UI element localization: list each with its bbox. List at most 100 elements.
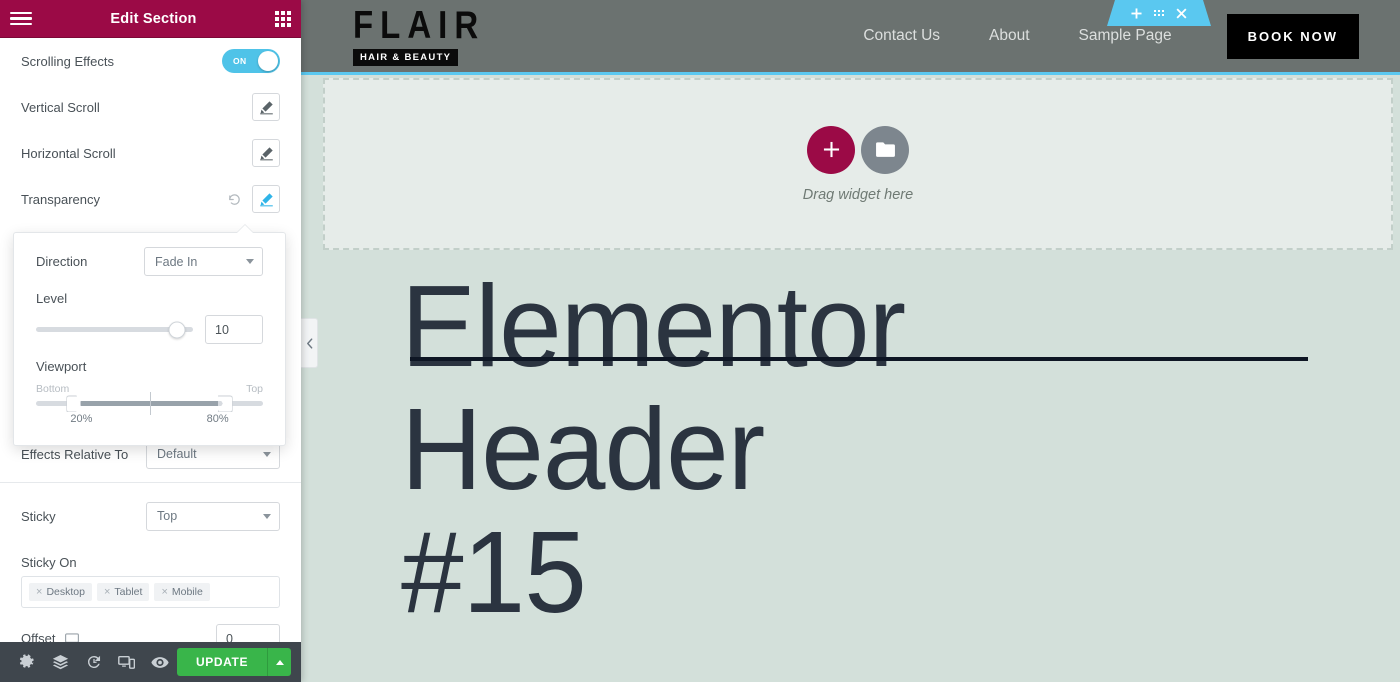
popover-direction-row: Direction Fade In — [36, 247, 263, 276]
control-vertical-scroll: Vertical Scroll — [0, 84, 301, 130]
tag-tablet[interactable]: × Tablet — [96, 583, 150, 601]
logo-wordmark: FLAIR — [353, 2, 486, 47]
section-divider — [0, 482, 301, 483]
dropzone-buttons — [807, 125, 909, 174]
elementor-editor: FLAIR HAIR & BEAUTY Contact Us About Sam… — [0, 0, 1400, 682]
horizontal-scroll-edit-button[interactable] — [252, 139, 280, 167]
panel-title: Edit Section — [110, 10, 197, 27]
offset-input[interactable]: 0 — [216, 624, 280, 642]
select-value: Fade In — [155, 254, 198, 269]
level-slider-handle[interactable] — [168, 321, 186, 338]
hero-title[interactable]: Elementor Header #15 — [401, 265, 1273, 634]
add-widget-button[interactable] — [807, 125, 855, 174]
plus-icon[interactable] — [1131, 8, 1142, 19]
control-label: Effects Relative To — [21, 446, 129, 462]
update-options-button[interactable] — [267, 648, 292, 676]
dropzone-label: Drag widget here — [802, 186, 914, 203]
transparency-popover: Direction Fade In Level 10 Viewport Bott… — [13, 232, 286, 446]
control-actions — [252, 139, 280, 167]
control-actions — [227, 185, 280, 213]
reset-icon[interactable] — [227, 192, 242, 207]
remove-tag-icon[interactable]: × — [161, 586, 167, 598]
viewport-end-label: Top — [246, 383, 263, 395]
book-now-button[interactable]: BOOK NOW — [1226, 13, 1359, 59]
navigator-layers-icon[interactable] — [43, 642, 76, 682]
control-sticky: Sticky Top — [0, 489, 301, 543]
editor-canvas: FLAIR HAIR & BEAUTY Contact Us About Sam… — [301, 0, 1400, 682]
viewport-label: Viewport — [36, 359, 87, 374]
chevron-down-icon — [263, 513, 271, 519]
chevron-left-icon — [306, 337, 312, 349]
direction-label: Direction — [36, 254, 88, 269]
update-button[interactable]: UPDATE — [177, 648, 268, 676]
drag-handle-icon[interactable] — [1154, 10, 1165, 17]
responsive-mode-icon[interactable] — [110, 642, 143, 682]
history-icon[interactable] — [77, 642, 110, 682]
tag-mobile[interactable]: × Mobile — [154, 583, 210, 601]
preview-eye-icon[interactable] — [144, 642, 177, 682]
logo-tagline: HAIR & BEAUTY — [353, 48, 459, 66]
level-label: Level — [36, 291, 68, 306]
tag-label: Tablet — [114, 586, 143, 598]
remove-tag-icon[interactable]: × — [104, 586, 110, 598]
chevron-down-icon — [263, 451, 271, 457]
widgets-grid-icon[interactable] — [275, 10, 291, 27]
chevron-up-icon — [275, 659, 284, 665]
remove-tag-icon[interactable]: × — [36, 586, 42, 598]
control-transparency: Transparency — [0, 176, 301, 222]
viewport-handle-max[interactable] — [217, 395, 233, 412]
section-toolbar — [1107, 0, 1211, 26]
nav-link-sample-page[interactable]: Sample Page — [1079, 27, 1172, 45]
viewport-handle-min[interactable] — [66, 395, 82, 412]
nav-link-contact-us[interactable]: Contact Us — [863, 27, 940, 45]
control-horizontal-scroll: Horizontal Scroll — [0, 130, 301, 176]
chevron-down-icon — [246, 259, 254, 264]
select-value: Default — [157, 447, 197, 461]
tag-label: Mobile — [171, 586, 203, 598]
control-label: Sticky — [21, 508, 56, 524]
control-label: Scrolling Effects — [21, 53, 114, 69]
select-value: Top — [157, 509, 178, 523]
scrolling-effects-toggle[interactable]: ON — [222, 49, 280, 73]
control-label: Horizontal Scroll — [21, 145, 116, 161]
settings-gear-icon[interactable] — [10, 642, 43, 682]
plus-icon — [823, 141, 839, 158]
site-logo[interactable]: FLAIR HAIR & BEAUTY — [353, 2, 486, 66]
control-label: Offset — [21, 631, 56, 642]
hero-block: Elementor Header #15 — [301, 265, 1400, 634]
tag-desktop[interactable]: × Desktop — [29, 583, 92, 601]
viewport-slider[interactable] — [36, 392, 263, 415]
viewport-start-label: Bottom — [36, 383, 70, 395]
direction-select[interactable]: Fade In — [144, 247, 263, 276]
sticky-on-label: Sticky On — [21, 555, 77, 570]
widget-dropzone[interactable]: Drag widget here — [323, 78, 1393, 250]
folder-icon — [875, 142, 895, 157]
transparency-edit-button[interactable] — [252, 185, 280, 213]
collapse-panel-button[interactable] — [301, 318, 318, 368]
viewport-max-value: 80% — [206, 413, 229, 425]
desktop-icon[interactable] — [65, 632, 80, 643]
sticky-select[interactable]: Top — [146, 501, 280, 531]
control-actions — [252, 93, 280, 121]
pencil-icon — [259, 146, 273, 160]
site-header: FLAIR HAIR & BEAUTY Contact Us About Sam… — [301, 0, 1400, 75]
pencil-icon — [259, 192, 273, 206]
control-label: Transparency — [21, 191, 100, 207]
add-template-button[interactable] — [861, 125, 909, 174]
toggle-state-label: ON — [233, 56, 247, 66]
update-button-group: UPDATE — [177, 648, 292, 676]
nav-link-about[interactable]: About — [989, 27, 1030, 45]
control-offset: Offset 0 — [0, 624, 301, 642]
tag-label: Desktop — [46, 586, 85, 598]
sticky-on-tags-input[interactable]: × Desktop × Tablet × Mobile — [21, 576, 280, 608]
close-icon[interactable] — [1176, 8, 1187, 19]
hamburger-icon[interactable] — [10, 11, 32, 26]
control-label: Vertical Scroll — [21, 99, 100, 115]
panel-footer: UPDATE — [0, 642, 301, 682]
level-slider[interactable] — [36, 321, 193, 338]
viewport-values: 20% 80% — [36, 413, 263, 427]
vertical-scroll-edit-button[interactable] — [252, 93, 280, 121]
level-input[interactable]: 10 — [205, 315, 263, 344]
hero-divider — [410, 357, 1308, 361]
section-highlight-underline — [301, 72, 1400, 75]
